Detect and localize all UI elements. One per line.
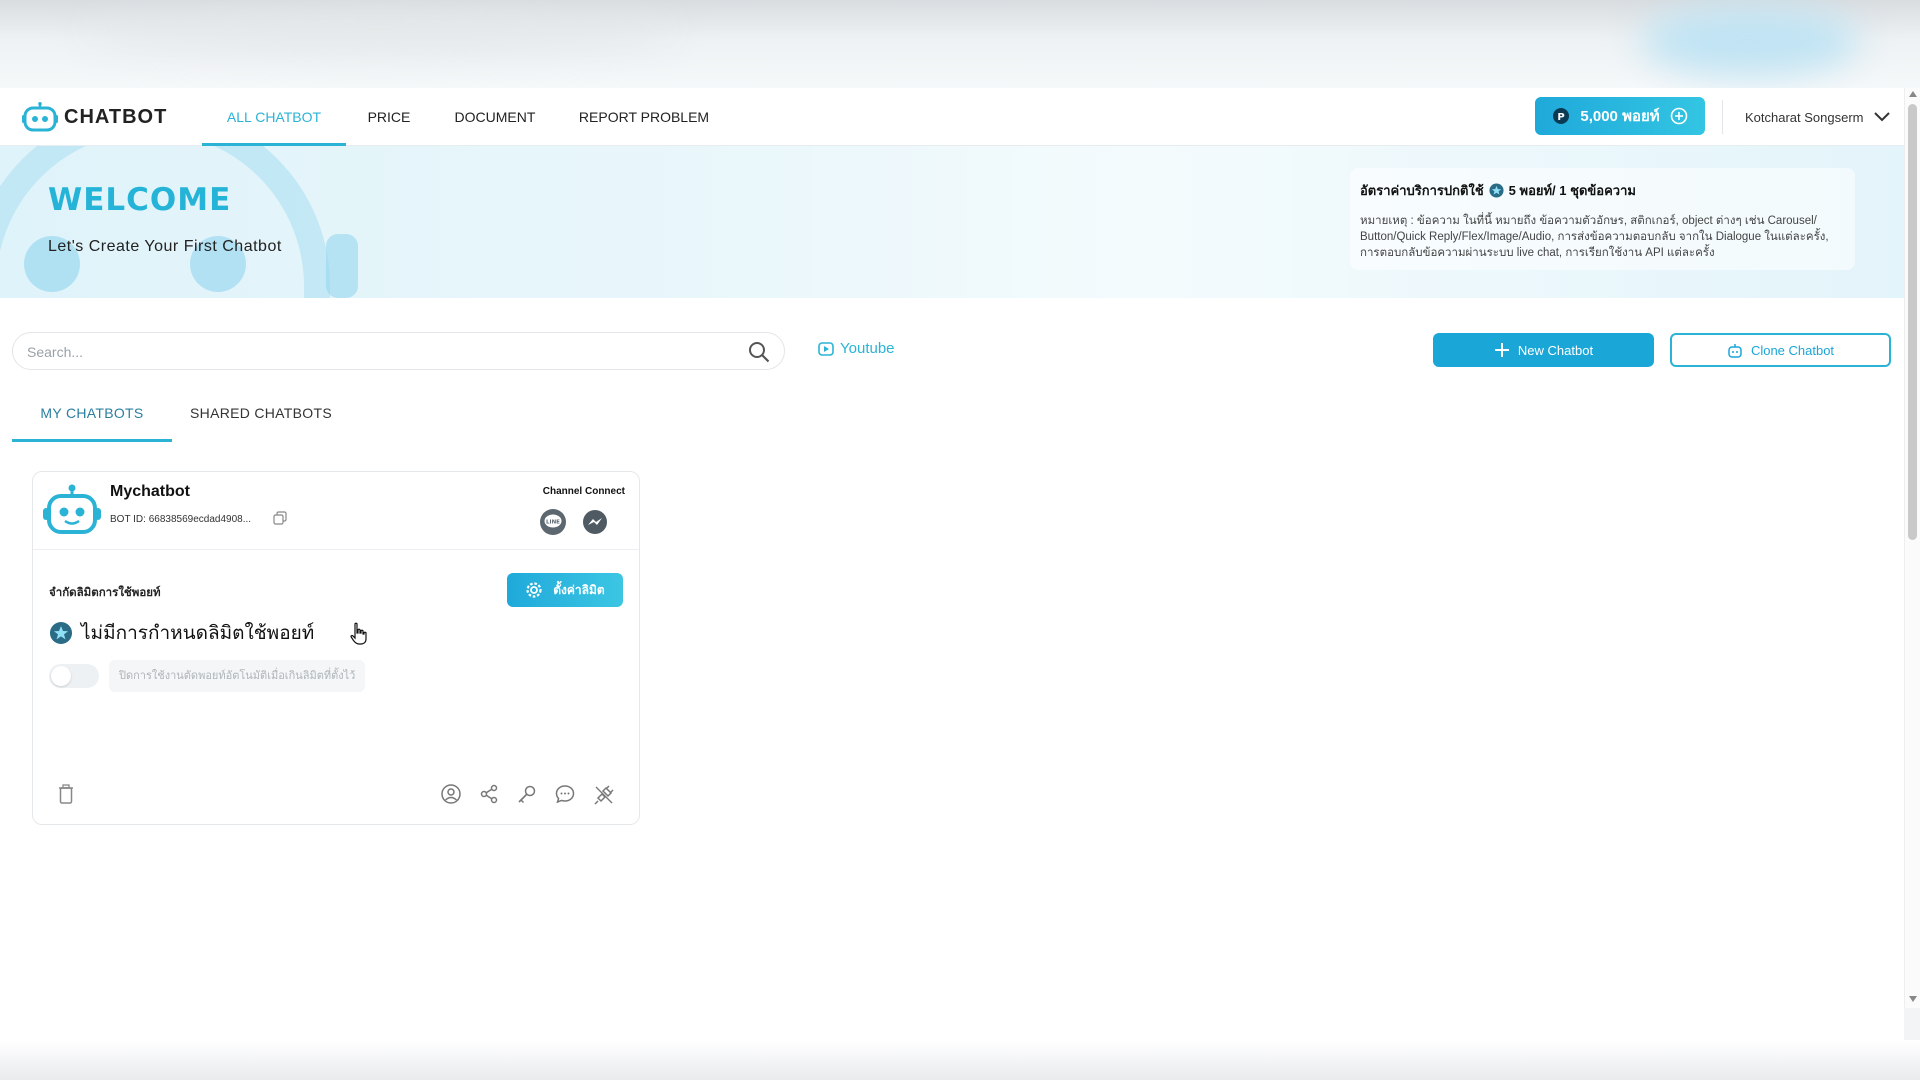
search-input[interactable] (27, 341, 727, 363)
points-balance: 5,000 พอยท์ (1580, 108, 1660, 125)
svg-text:LINE: LINE (546, 520, 560, 526)
browser-top-blur (0, 0, 1920, 90)
new-chatbot-button[interactable]: New Chatbot (1433, 333, 1654, 367)
key-icon[interactable] (517, 784, 537, 804)
search-icon[interactable] (748, 341, 770, 363)
blur-blob (80, 20, 680, 50)
chevron-down-icon (1873, 112, 1890, 122)
clone-chatbot-label: Clone Chatbot (1750, 342, 1835, 358)
gear-icon (526, 582, 542, 598)
browser-bottom-blur (0, 1040, 1920, 1080)
add-circle-icon (1670, 107, 1687, 125)
welcome-banner: WELCOME Let's Create Your First Chatbot … (0, 146, 1904, 298)
bot-name: Mychatbot (110, 483, 190, 500)
top-navbar: CHATBOT ALL CHATBOT PRICE DOCUMENT REPOR… (0, 88, 1904, 146)
line-channel-icon[interactable]: LINE (539, 508, 567, 536)
bot-id: BOT ID: 66838569ecdad4908... (110, 514, 252, 525)
welcome-title: WELCOME (48, 182, 232, 218)
clone-robot-icon (1728, 343, 1742, 358)
user-menu[interactable]: Kotcharat Songserm (1745, 88, 1890, 146)
page: CHATBOT ALL CHATBOT PRICE DOCUMENT REPOR… (0, 88, 1904, 1080)
channel-connect-title: Channel Connect (542, 486, 625, 497)
set-limit-label: ตั้งค่าลิมิต (553, 582, 605, 597)
vertical-scrollbar[interactable] (1904, 88, 1920, 1008)
nav-divider (1722, 100, 1723, 134)
rate-note: หมายเหตุ : ข้อความ ในที่นี้ หมายถึง ข้อค… (1360, 215, 1829, 259)
rate-title: อัตราค่าบริการปกติใช้ 5 พอยท์/ 1 ชุดข้อค… (1360, 180, 1845, 201)
bot-avatar-icon (43, 484, 101, 534)
scroll-thumb[interactable] (1908, 104, 1917, 540)
tab-price[interactable]: PRICE (356, 88, 422, 146)
points-button[interactable]: P 5,000 พอยท์ (1535, 97, 1705, 135)
svg-text:P: P (1558, 112, 1565, 123)
scroll-up-icon[interactable] (1909, 91, 1917, 97)
no-limit-text: ไม่มีการกำหนดลิมิตใช้พอยท์ (81, 623, 315, 644)
tab-document[interactable]: DOCUMENT (448, 88, 542, 146)
logo-text: CHATBOT (64, 105, 168, 128)
messenger-channel-icon[interactable] (582, 509, 608, 535)
toggle-hint: ปิดการใช้งานตัดพอยท์อัตโนมัติเมื่อเกินลิ… (109, 660, 366, 692)
new-chatbot-label: New Chatbot (1517, 342, 1594, 358)
trash-icon[interactable] (57, 784, 75, 804)
points-star-icon (50, 622, 72, 644)
user-icon[interactable] (441, 784, 461, 804)
auto-cut-toggle[interactable] (49, 664, 99, 688)
rate-title-suffix: 5 พอยท์/ 1 ชุดข้อความ (1508, 183, 1636, 198)
user-name: Kotcharat Songserm (1745, 109, 1864, 125)
rate-title-prefix: อัตราค่าบริการปกติใช้ (1360, 183, 1484, 198)
point-limit-label: จำกัดลิมิตการใช้พอยท์ (49, 587, 161, 599)
tab-shared-chatbots[interactable]: SHARED CHATBOTS (186, 404, 336, 442)
clone-chatbot-button[interactable]: Clone Chatbot (1670, 333, 1891, 367)
welcome-subtitle: Let's Create Your First Chatbot (48, 238, 282, 255)
hand-cursor-icon (350, 622, 367, 645)
share-icon[interactable] (479, 784, 499, 804)
robot-logo-icon (22, 102, 58, 132)
plug-disconnect-icon[interactable] (593, 784, 615, 806)
bot-card-header: Mychatbot BOT ID: 66838569ecdad4908... C… (33, 472, 639, 550)
youtube-link[interactable]: Youtube (818, 340, 895, 357)
points-coin-icon: P (1553, 108, 1570, 124)
copy-icon[interactable] (273, 511, 287, 525)
tab-report-problem[interactable]: REPORT PROBLEM (574, 88, 714, 146)
logo[interactable]: CHATBOT (22, 100, 167, 134)
rate-info-card: อัตราค่าบริการปกติใช้ 5 พอยท์/ 1 ชุดข้อค… (1350, 168, 1855, 270)
bot-card[interactable]: Mychatbot BOT ID: 66838569ecdad4908... C… (32, 471, 640, 825)
search-box (12, 332, 785, 370)
tab-all-chatbot[interactable]: ALL CHATBOT (202, 88, 346, 146)
toggle-knob (51, 666, 71, 686)
scroll-down-icon[interactable] (1909, 996, 1917, 1002)
plus-icon (1494, 343, 1509, 357)
youtube-label: Youtube (840, 340, 895, 357)
blur-blob (1640, 6, 1860, 76)
points-star-icon (1489, 183, 1504, 198)
set-limit-button[interactable]: ตั้งค่าลิมิต (507, 573, 623, 607)
no-limit-row: ไม่มีการกำหนดลิมิตใช้พอยท์ (49, 618, 314, 648)
banner-decoration (326, 234, 358, 298)
chat-icon[interactable] (555, 784, 575, 804)
youtube-icon (818, 341, 834, 356)
tab-my-chatbots[interactable]: MY CHATBOTS (12, 404, 172, 442)
